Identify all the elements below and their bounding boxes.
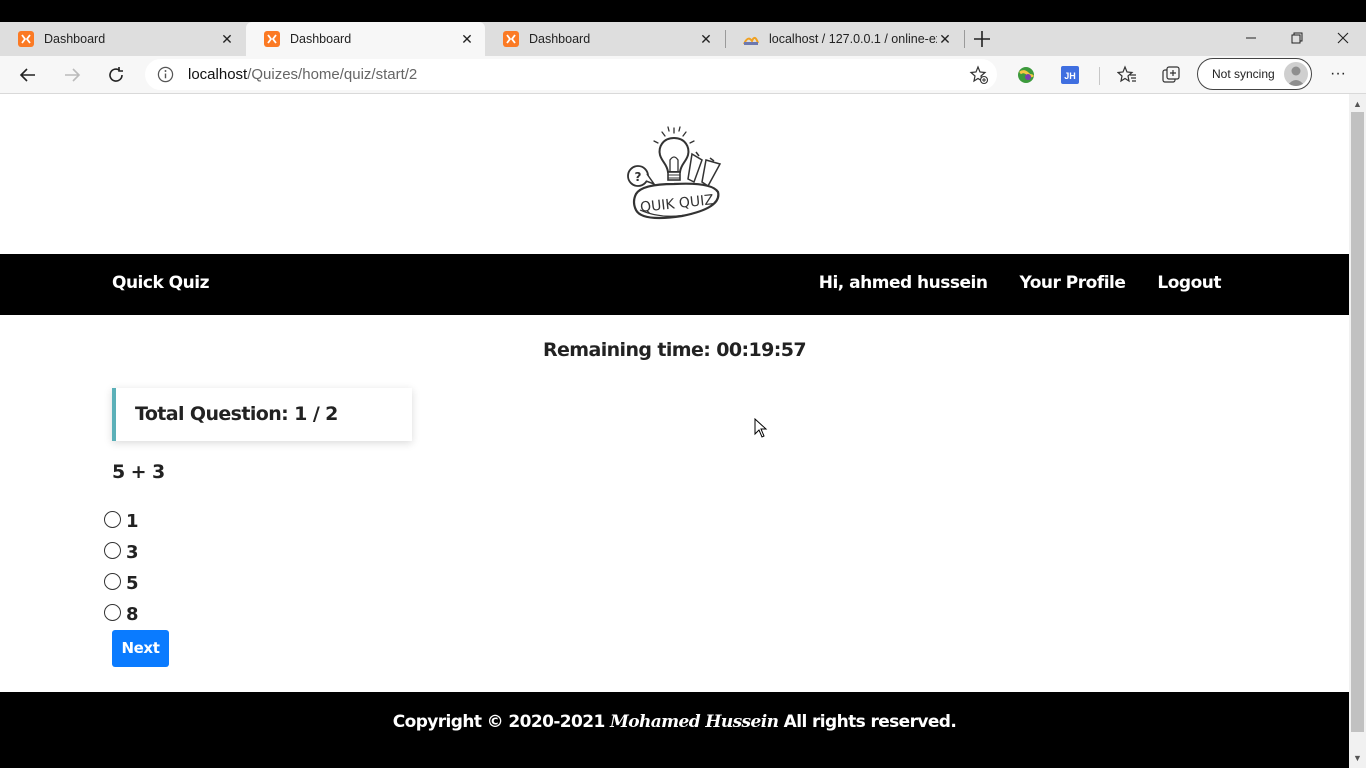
radio-button[interactable] <box>104 573 121 590</box>
favorites-icon[interactable] <box>1117 65 1137 85</box>
xampp-icon <box>503 31 519 47</box>
copyright-text: Copyright © 2020-2021 Mohamed Hussein Al… <box>392 712 957 732</box>
author-name: Mohamed Hussein <box>610 712 779 732</box>
tab-dashboard-3[interactable]: Dashboard ✕ <box>485 22 724 56</box>
option-4[interactable]: 8 <box>104 600 139 625</box>
radio-button[interactable] <box>104 604 121 621</box>
more-icon[interactable]: ··· <box>1328 65 1348 85</box>
radio-button[interactable] <box>104 542 121 559</box>
option-3[interactable]: 5 <box>104 569 139 594</box>
forward-icon[interactable] <box>60 63 84 87</box>
option-label: 1 <box>126 511 139 532</box>
collections-icon[interactable] <box>1161 65 1181 85</box>
tab-title: localhost / 127.0.0.1 / online-exa <box>769 32 937 46</box>
minimize-icon[interactable] <box>1228 22 1274 54</box>
option-label: 5 <box>126 573 139 594</box>
phpmyadmin-icon <box>743 37 759 45</box>
info-icon[interactable] <box>157 66 174 83</box>
user-greeting[interactable]: Hi, ahmed hussein <box>819 273 988 293</box>
back-icon[interactable] <box>16 63 40 87</box>
close-icon[interactable]: ✕ <box>219 31 235 47</box>
json-extension-icon[interactable]: JH <box>1060 65 1080 85</box>
profile-sync-button[interactable]: Not syncing <box>1197 58 1312 90</box>
avatar <box>1284 62 1308 86</box>
remaining-time: Remaining time: 00:19:57 <box>542 339 807 361</box>
url-text: localhost/Quizes/home/quiz/start/2 <box>188 66 418 83</box>
tab-title: Dashboard <box>529 32 591 46</box>
profile-link[interactable]: Your Profile <box>1019 273 1125 293</box>
next-button[interactable]: Next <box>112 630 169 667</box>
scroll-up-icon[interactable]: ▲ <box>1349 96 1366 112</box>
toolbar-separator <box>1099 67 1100 85</box>
address-bar: localhost/Quizes/home/quiz/start/2 JH No… <box>0 56 1366 94</box>
quiz-page: ? QUIK QUIZ Quick Quiz Hi, ahmed hussein… <box>0 94 1349 768</box>
top-navbar: Quick Quiz Hi, ahmed hussein Your Profil… <box>0 254 1349 315</box>
tab-dashboard-2[interactable]: Dashboard ✕ <box>246 22 485 56</box>
close-icon[interactable]: ✕ <box>937 31 953 47</box>
close-icon[interactable]: ✕ <box>698 31 714 47</box>
question-text: 5 + 3 <box>112 461 165 483</box>
new-tab-icon[interactable] <box>970 27 994 51</box>
extension-globe-icon[interactable] <box>1016 65 1036 85</box>
tab-dashboard-1[interactable]: Dashboard ✕ <box>0 22 245 56</box>
option-label: 8 <box>126 604 139 625</box>
close-icon[interactable]: ✕ <box>459 31 475 47</box>
tab-separator <box>964 30 965 48</box>
question-counter: Total Question: 1 / 2 <box>135 403 338 425</box>
logout-link[interactable]: Logout <box>1157 273 1221 293</box>
add-favorite-icon[interactable] <box>969 65 989 85</box>
tab-title: Dashboard <box>290 32 352 46</box>
reload-icon[interactable] <box>104 63 128 87</box>
svg-text:JH: JH <box>1064 71 1076 81</box>
mouse-cursor-icon <box>754 418 768 438</box>
option-label: 3 <box>126 542 139 563</box>
svg-text:?: ? <box>635 170 642 184</box>
tab-phpmyadmin[interactable]: localhost / 127.0.0.1 / online-exa ✕ <box>725 22 963 56</box>
close-window-icon[interactable] <box>1320 22 1366 54</box>
xampp-icon <box>18 31 34 47</box>
option-1[interactable]: 1 <box>104 507 139 532</box>
footer: Copyright © 2020-2021 Mohamed Hussein Al… <box>0 692 1349 768</box>
screen-top-bar <box>0 0 1366 22</box>
page-scrollbar[interactable]: ▲ ▼ <box>1349 94 1366 768</box>
xampp-icon <box>264 31 280 47</box>
brand-link[interactable]: Quick Quiz <box>112 273 209 293</box>
scroll-down-icon[interactable]: ▼ <box>1349 750 1366 766</box>
tab-strip: Dashboard ✕ Dashboard ✕ Dashboard ✕ loca… <box>0 22 1366 56</box>
quik-quiz-logo: ? QUIK QUIZ <box>627 126 722 220</box>
radio-button[interactable] <box>104 511 121 528</box>
sync-label: Not syncing <box>1212 67 1275 81</box>
nav-links: Hi, ahmed hussein Your Profile Logout <box>819 273 1222 293</box>
question-counter-card: Total Question: 1 / 2 <box>112 388 412 441</box>
tab-title: Dashboard <box>44 32 106 46</box>
restore-icon[interactable] <box>1274 22 1320 54</box>
option-2[interactable]: 3 <box>104 538 139 563</box>
url-field[interactable]: localhost/Quizes/home/quiz/start/2 <box>145 59 997 90</box>
scrollbar-thumb[interactable] <box>1351 112 1364 732</box>
